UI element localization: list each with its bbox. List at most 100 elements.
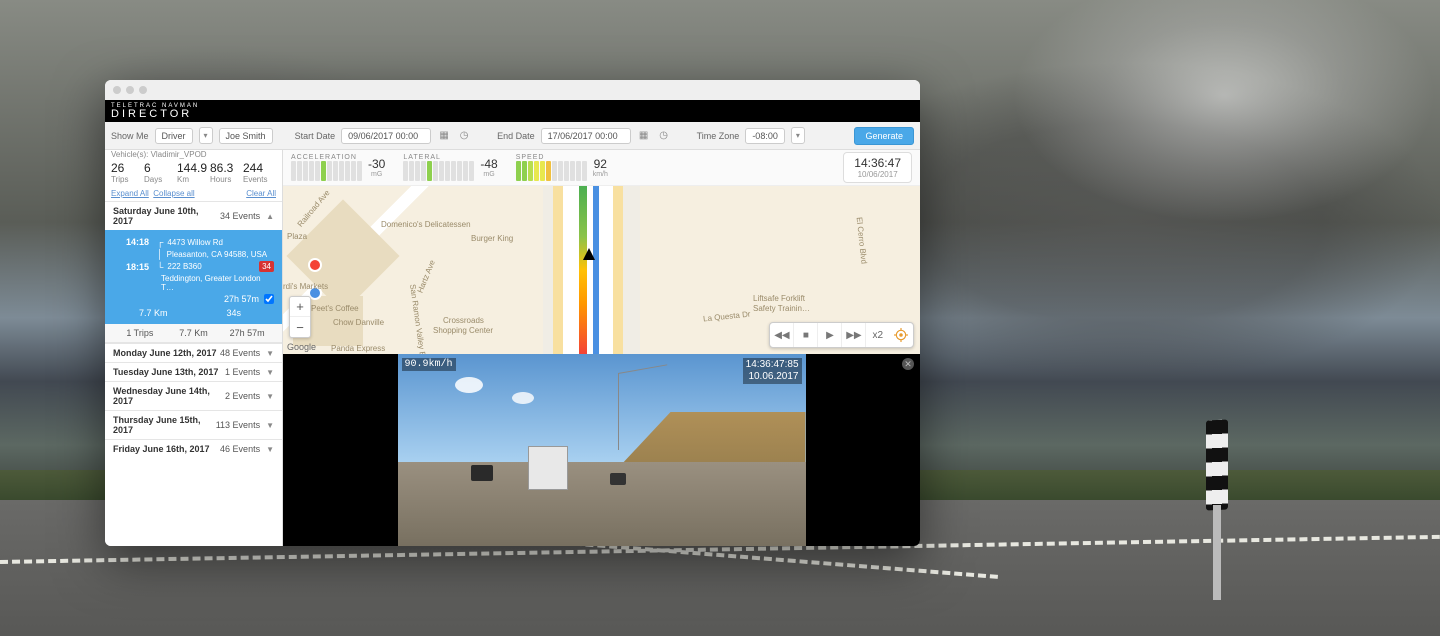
chevron-down-icon: ▼ [266,392,274,401]
stop-button[interactable]: ■ [794,323,818,347]
chevron-down-icon: ▼ [266,421,274,430]
close-video-button[interactable]: ✕ [902,358,914,370]
collapse-all-link[interactable]: Collapse all [153,189,194,198]
playback-controls: ◀◀ ■ ▶ ▶▶ x2 [769,322,914,348]
brand-bar: TELETRAC NAVMAN DIRECTOR [105,100,920,122]
end-date-input[interactable]: 17/06/2017 00:00 [541,128,631,144]
stat-trips-value: 26 [111,161,144,175]
trip-header[interactable]: Friday June 16th, 201746 Events▼ [105,439,282,458]
trip-details[interactable]: 14:18┌4473 Willow Rd │Pleasanton, CA 945… [105,230,282,324]
stat-hours-label: Hours [210,175,243,184]
expand-all-link[interactable]: Expand All [111,189,149,198]
gauge-speed: SPEED 92km/h [516,154,608,181]
dashcam-video[interactable]: 90.9km/h 14:36:47:85 10.06.2017 [398,354,806,546]
clear-all-link[interactable]: Clear All [246,189,276,198]
trip-header[interactable]: Thursday June 15th, 2017113 Events▼ [105,410,282,439]
generate-button[interactable]: Generate [854,127,914,145]
trip-start-addr: 4473 Willow Rd [167,238,274,247]
window-minimize-button[interactable] [126,86,134,94]
end-date-label: End Date [497,131,535,141]
trip-idle: 34s [194,308,275,318]
trip-km: 7.7 Km [113,308,194,318]
map-zoom-control: + − [289,296,311,338]
subfoot-trips: 1 Trips [113,328,167,338]
chevron-down-icon: ▼ [266,445,274,454]
mac-titlebar [105,80,920,100]
vehicle-marker-icon [583,248,595,260]
brand-bottom: DIRECTOR [111,109,920,120]
driver-name-select[interactable]: Joe Smith [219,128,273,144]
map-poi-label: Crossroads [443,316,484,325]
video-timestamp-overlay: 14:36:47:85 10.06.2017 [743,358,802,384]
driver-caret[interactable]: ▾ [199,127,213,144]
map-poi-label: rdi's Markets [283,282,328,291]
trip-end-addr2: Teddington, Greater London T… [161,274,274,292]
chevron-up-icon: ▲ [266,212,274,221]
calendar-icon[interactable]: ▦ [437,129,451,143]
stat-trips-label: Trips [111,175,144,184]
start-date-input[interactable]: 09/06/2017 00:00 [341,128,431,144]
map-poi-label: Peet's Coffee [311,304,359,313]
clock-icon[interactable]: ◷ [657,129,671,143]
gauge-strip: ACCELERATION -30mG LATERAL -48mG SPEED [283,150,920,186]
playback-clock: 14:36:47 10/06/2017 [843,152,912,183]
trip-date: Saturday June 10th, 2017 [113,206,220,226]
vehicle-line: Vehicle(s): Vladimir_VPOD [105,150,282,159]
map-view[interactable]: Plaza rdi's Markets Peet's Coffee Chow D… [283,186,920,354]
subfoot-dur: 27h 57m [220,328,274,338]
video-speed-overlay: 90.9km/h [402,358,456,371]
recenter-button[interactable] [889,323,913,347]
trip-subfooter: 1 Trips 7.7 Km 27h 57m [105,324,282,343]
trip-header[interactable]: Monday June 12th, 201748 Events▼ [105,343,282,362]
playback-speed[interactable]: x2 [866,330,889,341]
stat-events-value: 244 [243,161,276,175]
rewind-button[interactable]: ◀◀ [770,323,794,347]
app-window: TELETRAC NAVMAN DIRECTOR Show Me Driver … [105,80,920,546]
vehicle-ahead [528,446,568,490]
zoom-in-button[interactable]: + [290,297,310,317]
trip-end-addr: 222 B360 [167,262,259,271]
trip-start-addr2: Pleasanton, CA 94588, USA [167,250,274,259]
window-maximize-button[interactable] [139,86,147,94]
google-logo: Google [287,342,316,352]
gauge-lateral: LATERAL -48mG [403,154,497,181]
trip-header[interactable]: Wednesday June 14th, 20172 Events▼ [105,381,282,410]
timezone-label: Time Zone [697,131,740,141]
trip-checkbox[interactable] [264,294,274,304]
calendar-icon[interactable]: ▦ [637,129,651,143]
stat-days-value: 6 [144,161,177,175]
timezone-select[interactable]: -08:00 [745,128,785,144]
zoom-out-button[interactable]: − [290,317,310,337]
vehicle-ahead [471,465,493,481]
play-button[interactable]: ▶ [818,323,842,347]
stat-hours-value: 86.3 [210,161,243,175]
timezone-caret[interactable]: ▾ [791,127,805,144]
map-poi-label: Burger King [471,234,513,243]
event-marker-icon[interactable] [308,258,322,272]
stat-days-label: Days [144,175,177,184]
map-poi-label: Safety Trainin… [753,304,810,313]
trip-duration: 27h 57m [224,294,259,304]
trip-header-expanded[interactable]: Saturday June 10th, 2017 34 Events ▲ [105,201,282,230]
driver-select[interactable]: Driver [155,128,193,144]
map-poi-label: Liftsafe Forklift [753,294,805,303]
clock-icon[interactable]: ◷ [457,129,471,143]
window-close-button[interactable] [113,86,121,94]
chevron-down-icon: ▼ [266,349,274,358]
clock-time: 14:36:47 [854,156,901,170]
map-poi-label: Chow Danville [333,318,384,327]
gauge-acceleration: ACCELERATION -30mG [291,154,385,181]
stat-km-label: Km [177,175,210,184]
clock-date: 10/06/2017 [854,170,901,179]
dashcam-panel: 90.9km/h 14:36:47:85 10.06.2017 ✕ [283,354,920,546]
subfoot-km: 7.7 Km [167,328,221,338]
trip-end-time: 18:15 [113,262,149,272]
trip-start-time: 14:18 [113,237,149,247]
fast-forward-button[interactable]: ▶▶ [842,323,866,347]
main-panel: ACCELERATION -30mG LATERAL -48mG SPEED [283,150,920,546]
map-poi-label: Plaza [287,232,307,241]
filter-bar: Show Me Driver ▾ Joe Smith Start Date 09… [105,122,920,150]
stat-km-value: 144.9 [177,161,210,175]
speed-value: 92 [593,157,608,171]
trip-header[interactable]: Tuesday June 13th, 20171 Events▼ [105,362,282,381]
